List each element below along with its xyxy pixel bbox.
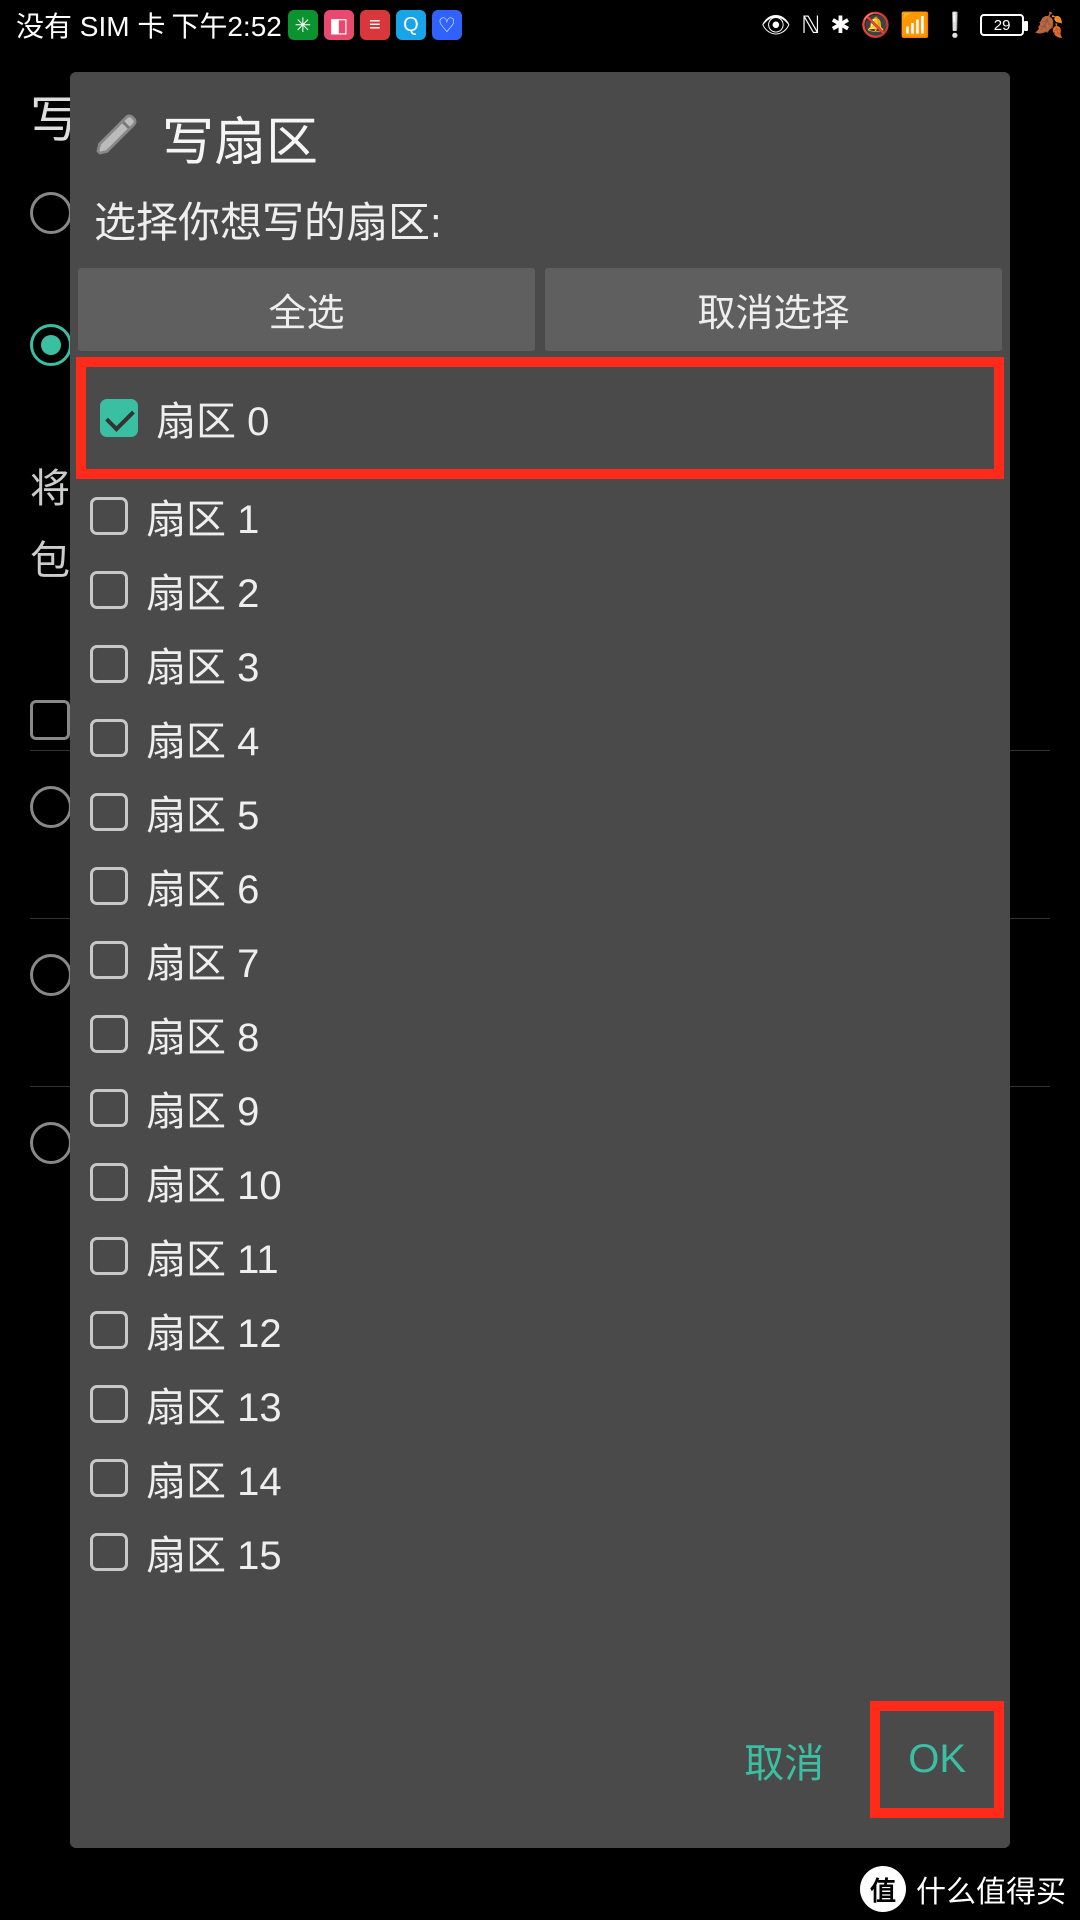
sector-label-14: 扇区 14 xyxy=(146,1449,282,1507)
checkbox-sector-8[interactable] xyxy=(90,1015,128,1053)
sector-label-12: 扇区 12 xyxy=(146,1301,282,1359)
deselect-all-button[interactable]: 取消选择 xyxy=(545,268,1002,351)
sector-item-11[interactable]: 扇区 11 xyxy=(82,1219,998,1293)
sector-item-14[interactable]: 扇区 14 xyxy=(82,1441,998,1515)
dialog-top-buttons: 全选 取消选择 xyxy=(70,268,1010,355)
bluetooth-icon: ✱ xyxy=(830,11,850,40)
status-bar: 没有 SIM 卡 下午2:52 ✳ ◧ ≡ Q ♡ 👁 ℕ ✱ 🔕 📶 ❕ 29… xyxy=(0,0,1080,50)
checkbox-sector-7[interactable] xyxy=(90,941,128,979)
app-icon-2: ≡ xyxy=(360,10,390,40)
checkbox-sector-15[interactable] xyxy=(90,1533,128,1571)
sector-label-11: 扇区 11 xyxy=(146,1227,279,1285)
watermark-text: 什么值得买 xyxy=(916,1867,1066,1911)
sector-item-3[interactable]: 扇区 3 xyxy=(82,627,998,701)
checkbox-sector-11[interactable] xyxy=(90,1237,128,1275)
checkbox-sector-2[interactable] xyxy=(90,571,128,609)
sector-item-13[interactable]: 扇区 13 xyxy=(82,1367,998,1441)
sector-item-2[interactable]: 扇区 2 xyxy=(82,553,998,627)
checkbox-sector-0[interactable] xyxy=(100,399,138,437)
sector-label-10: 扇区 10 xyxy=(146,1153,282,1211)
bg-radio-1[interactable] xyxy=(30,192,72,234)
checkbox-sector-6[interactable] xyxy=(90,867,128,905)
sector-item-8[interactable]: 扇区 8 xyxy=(82,997,998,1071)
sector-item-4[interactable]: 扇区 4 xyxy=(82,701,998,775)
sector-item-5[interactable]: 扇区 5 xyxy=(82,775,998,849)
checkbox-sector-1[interactable] xyxy=(90,497,128,535)
sector-label-0: 扇区 0 xyxy=(156,389,269,447)
status-time: 下午2:52 xyxy=(171,5,282,45)
leaf-icon: 🍂 xyxy=(1034,11,1064,40)
sector-item-6[interactable]: 扇区 6 xyxy=(82,849,998,923)
highlight-ok: OK xyxy=(870,1701,1004,1818)
eye-icon: 👁 xyxy=(761,11,791,40)
app-icon-1: ◧ xyxy=(324,10,354,40)
sector-item-0[interactable]: 扇区 0 xyxy=(86,367,994,469)
sector-item-15[interactable]: 扇区 15 xyxy=(82,1515,998,1589)
bulb-app-icon: ♡ xyxy=(432,10,462,40)
ok-button[interactable]: OK xyxy=(880,1711,994,1808)
sector-label-8: 扇区 8 xyxy=(146,1005,259,1063)
bg-radio-2[interactable] xyxy=(30,324,72,366)
sector-label-4: 扇区 4 xyxy=(146,709,259,767)
sector-item-9[interactable]: 扇区 9 xyxy=(82,1071,998,1145)
checkbox-sector-10[interactable] xyxy=(90,1163,128,1201)
sector-label-15: 扇区 15 xyxy=(146,1523,282,1581)
status-left: 没有 SIM 卡 下午2:52 ✳ ◧ ≡ Q ♡ xyxy=(16,5,462,45)
checkbox-sector-14[interactable] xyxy=(90,1459,128,1497)
bg-checkbox[interactable] xyxy=(30,700,70,740)
sector-label-9: 扇区 9 xyxy=(146,1079,259,1137)
status-right: 👁 ℕ ✱ 🔕 📶 ❕ 29 🍂 xyxy=(761,11,1064,40)
checkbox-sector-5[interactable] xyxy=(90,793,128,831)
sector-label-13: 扇区 13 xyxy=(146,1375,282,1433)
sector-list[interactable]: 扇区 1 扇区 2 扇区 3 扇区 4 扇区 5 扇区 6 扇区 7 扇区 8 扇区 9 扇区 1… xyxy=(70,479,1010,1595)
sector-label-5: 扇区 5 xyxy=(146,783,259,841)
bg-radio-5[interactable] xyxy=(30,1122,72,1164)
wifi-icon: 📶 xyxy=(900,11,930,40)
dialog-header: 写扇区 xyxy=(70,72,1010,181)
battery-percent: 29 xyxy=(994,17,1011,34)
battery-indicator: 29 xyxy=(980,14,1024,36)
bg-radio-4[interactable] xyxy=(30,954,72,996)
checkbox-sector-13[interactable] xyxy=(90,1385,128,1423)
sector-label-3: 扇区 3 xyxy=(146,635,259,693)
search-app-icon: Q xyxy=(396,10,426,40)
checkbox-sector-9[interactable] xyxy=(90,1089,128,1127)
watermark: 值 什么值得买 xyxy=(860,1866,1066,1912)
checkbox-sector-4[interactable] xyxy=(90,719,128,757)
sim-status-text: 没有 SIM 卡 xyxy=(16,5,165,45)
select-all-button[interactable]: 全选 xyxy=(78,268,535,351)
highlight-sector-0: 扇区 0 xyxy=(76,357,1004,479)
sector-label-7: 扇区 7 xyxy=(146,931,259,989)
write-sector-dialog: 写扇区 选择你想写的扇区: 全选 取消选择 扇区 0 扇区 1扇区 2扇区 3扇… xyxy=(70,72,1010,1848)
sector-item-1[interactable]: 扇区 1 xyxy=(82,479,998,553)
cancel-button[interactable]: 取消 xyxy=(716,1705,852,1815)
sector-item-10[interactable]: 扇区 10 xyxy=(82,1145,998,1219)
dialog-subtitle: 选择你想写的扇区: xyxy=(70,181,1010,268)
checkbox-sector-12[interactable] xyxy=(90,1311,128,1349)
dialog-footer: 取消 OK xyxy=(70,1691,1010,1838)
dialog-title: 写扇区 xyxy=(162,100,318,175)
mute-icon: 🔕 xyxy=(860,11,890,40)
nfc-icon: ℕ xyxy=(801,11,820,40)
bg-radio-3[interactable] xyxy=(30,786,72,828)
sector-label-6: 扇区 6 xyxy=(146,857,259,915)
sector-label-1: 扇区 1 xyxy=(146,487,259,545)
pencil-icon xyxy=(94,111,142,164)
sector-item-7[interactable]: 扇区 7 xyxy=(82,923,998,997)
watermark-badge-icon: 值 xyxy=(860,1866,906,1912)
alert-icon: ❕ xyxy=(940,11,970,40)
sector-item-12[interactable]: 扇区 12 xyxy=(82,1293,998,1367)
wechat-icon: ✳ xyxy=(288,10,318,40)
checkbox-sector-3[interactable] xyxy=(90,645,128,683)
sector-label-2: 扇区 2 xyxy=(146,561,259,619)
